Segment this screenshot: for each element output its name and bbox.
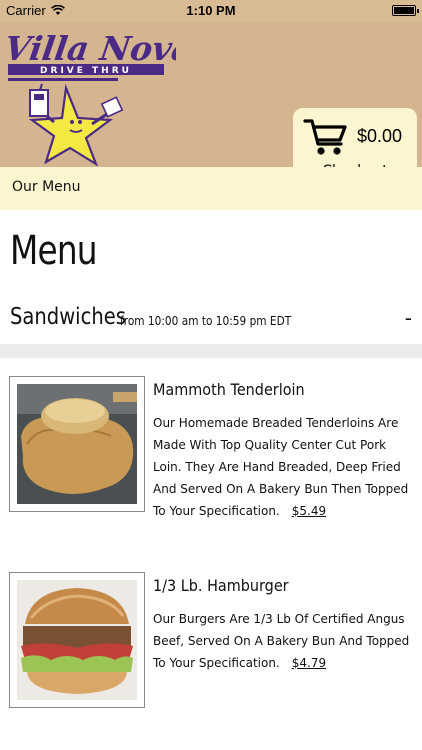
item-description: Our Burgers Are 1/3 Lb Of Certified Angu… (153, 608, 418, 674)
status-bar: Carrier 1:10 PM (0, 0, 422, 22)
item-name: 1/3 Lb. Hamburger (153, 576, 289, 595)
cart-total: $0.00 (357, 126, 403, 146)
tenderloin-image (17, 384, 137, 504)
villa-nova-logo[interactable]: Villa Nova DRIVE THRU (6, 26, 176, 166)
section-divider (0, 344, 422, 358)
item-photo-hamburger[interactable] (9, 572, 145, 708)
nav-bar: Our Menu (0, 167, 422, 210)
logo-text: Villa Nova (6, 29, 176, 68)
logo-tagline: DRIVE THRU (40, 66, 132, 76)
collapse-toggle[interactable]: - (405, 306, 412, 330)
item-name: Mammoth Tenderloin (153, 380, 305, 399)
status-time: 1:10 PM (186, 3, 236, 18)
item-photo-tenderloin[interactable] (9, 376, 145, 512)
item-price[interactable]: $4.79 (292, 656, 326, 670)
section-header[interactable]: Sandwiches from 10:00 am to 10:59 pm EDT… (0, 300, 422, 340)
battery-icon (392, 5, 419, 16)
section-hours: from 10:00 am to 10:59 pm EDT (120, 314, 292, 328)
nav-our-menu[interactable]: Our Menu (12, 179, 81, 195)
hamburger-image (17, 580, 137, 700)
page-title: Menu (10, 228, 98, 274)
header: Villa Nova DRIVE THRU $0.00 Checkout (0, 22, 422, 189)
item-price[interactable]: $5.49 (292, 504, 326, 518)
item-description-text: Our Burgers Are 1/3 Lb Of Certified Angu… (153, 612, 410, 670)
section-name: Sandwiches (10, 304, 126, 330)
item-description-text: Our Homemade Breaded Tenderloins Are Mad… (153, 416, 409, 518)
shopping-cart-icon[interactable] (303, 116, 349, 158)
item-description: Our Homemade Breaded Tenderloins Are Mad… (153, 412, 418, 522)
